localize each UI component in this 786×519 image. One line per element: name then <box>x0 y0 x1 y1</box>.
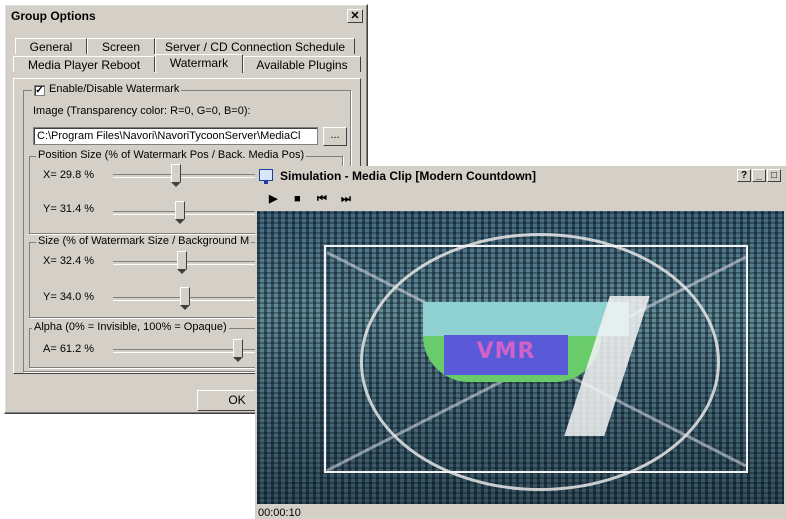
video-preview: VMR <box>257 211 784 504</box>
size-x-slider[interactable] <box>177 251 187 274</box>
size-y-slider[interactable] <box>180 287 190 310</box>
minimize-button[interactable]: _ <box>752 169 766 182</box>
tab-media-player-reboot[interactable]: Media Player Reboot <box>13 56 155 72</box>
simulation-title: Simulation - Media Clip [Modern Countdow… <box>280 169 536 183</box>
position-x-label: X= 29.8 % <box>43 169 95 181</box>
enable-watermark-checkbox[interactable]: ✓ <box>34 85 45 96</box>
enable-watermark-row[interactable]: ✓ Enable/Disable Watermark <box>32 83 182 96</box>
play-icon[interactable]: ▶ <box>269 192 277 206</box>
alpha-slider[interactable] <box>233 339 243 362</box>
simulation-title-bar[interactable]: Simulation - Media Clip [Modern Countdow… <box>255 166 786 186</box>
image-path-input[interactable]: C:\Program Files\Navori\NavoriTycoonServ… <box>33 127 318 145</box>
tab-general[interactable]: General <box>15 38 87 54</box>
next-icon[interactable]: ⏭ <box>341 192 351 206</box>
position-x-slider[interactable] <box>171 164 181 187</box>
close-button[interactable]: ✕ <box>347 9 363 23</box>
alpha-label: A= 61.2 % <box>43 343 95 355</box>
size-group-title: Size (% of Watermark Size / Background M <box>36 235 252 247</box>
tab-screen[interactable]: Screen <box>87 38 155 54</box>
previous-icon[interactable]: ⏮ <box>317 192 327 206</box>
size-x-label: X= 32.4 % <box>43 255 95 267</box>
enable-watermark-label: Enable/Disable Watermark <box>49 83 180 95</box>
stop-icon[interactable]: ■ <box>294 192 301 206</box>
video-logo-text: VMR <box>476 339 536 364</box>
position-y-label: Y= 31.4 % <box>43 203 95 215</box>
dialog-title: Group Options <box>11 9 96 23</box>
maximize-button[interactable]: □ <box>767 169 781 182</box>
monitor-icon <box>259 169 273 184</box>
position-y-slider[interactable] <box>175 201 185 224</box>
browse-button[interactable]: ... <box>323 127 347 146</box>
timecode: 00:00:10 <box>258 507 301 519</box>
position-size-title: Position Size (% of Watermark Pos / Back… <box>36 149 307 161</box>
simulation-window: Simulation - Media Clip [Modern Countdow… <box>255 166 786 519</box>
image-label: Image (Transparency color: R=0, G=0, B=0… <box>33 105 251 117</box>
tab-server-cd-connection-schedule[interactable]: Server / CD Connection Schedule <box>155 38 355 54</box>
tab-watermark[interactable]: Watermark <box>155 54 243 73</box>
alpha-group-title: Alpha (0% = Invisible, 100% = Opaque) <box>32 321 229 333</box>
tab-available-plugins[interactable]: Available Plugins <box>243 56 361 72</box>
help-button[interactable]: ? <box>737 169 751 182</box>
dialog-title-bar[interactable]: Group Options ✕ <box>7 7 365 25</box>
size-y-label: Y= 34.0 % <box>43 291 95 303</box>
